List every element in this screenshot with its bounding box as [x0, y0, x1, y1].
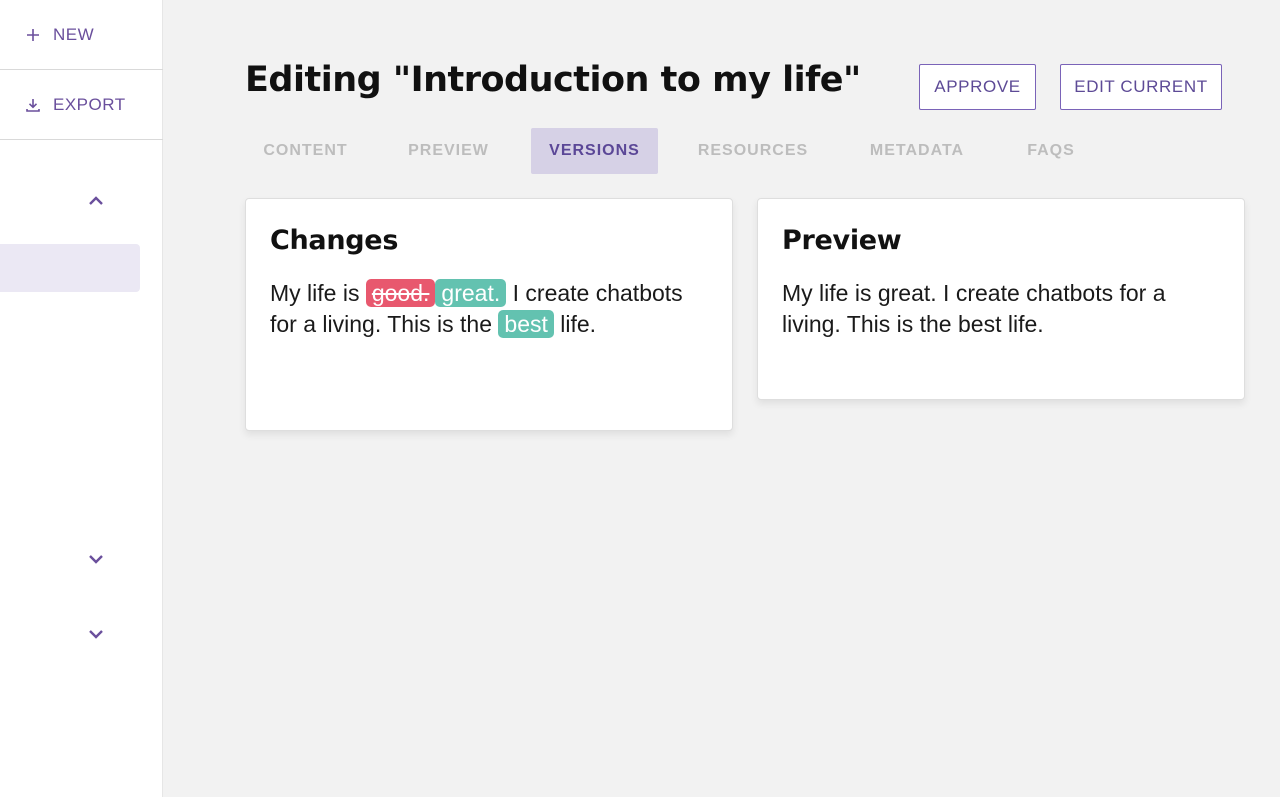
export-button-label: EXPORT	[53, 94, 126, 114]
changes-title: Changes	[270, 225, 399, 256]
tab-resources[interactable]: RESOURCES	[682, 128, 824, 174]
changes-text-segment: My life is	[270, 280, 366, 306]
sidebar-item-selected[interactable]	[0, 244, 140, 292]
chevron-up-icon[interactable]	[85, 190, 107, 212]
changes-text: My life is good. great. I create chatbots…	[270, 278, 708, 340]
chevron-down-icon[interactable]	[85, 548, 107, 570]
new-button[interactable]: NEW	[0, 0, 163, 69]
chevron-down-icon[interactable]	[85, 623, 107, 645]
sidebar-divider	[0, 139, 163, 140]
plus-icon	[24, 28, 42, 42]
tab-content[interactable]: CONTENT	[245, 128, 366, 174]
changes-text-segment: life.	[553, 311, 597, 337]
export-button[interactable]: EXPORT	[0, 70, 163, 139]
tab-preview[interactable]: PREVIEW	[391, 128, 506, 174]
inserted-text: best	[498, 310, 554, 338]
deleted-text: good.	[365, 279, 436, 307]
edit-current-button[interactable]: EDIT CURRENT	[1060, 64, 1222, 110]
tab-faqs[interactable]: FAQS	[1010, 128, 1092, 174]
page-title: Editing "Introduction to my life"	[245, 60, 861, 100]
preview-text: My life is great. I create chatbots for …	[782, 280, 1166, 337]
preview-title: Preview	[782, 225, 902, 256]
tab-metadata[interactable]: METADATA	[849, 128, 985, 174]
inserted-text: great.	[435, 279, 507, 307]
preview-card: Preview My life is great. I create chatb…	[757, 198, 1245, 400]
new-button-label: NEW	[53, 24, 95, 44]
changes-card: Changes My life is good. great. I create …	[245, 198, 733, 431]
approve-button[interactable]: APPROVE	[919, 64, 1036, 110]
tab-versions[interactable]: VERSIONS	[531, 128, 658, 174]
sidebar: NEW EXPORT	[0, 0, 163, 797]
download-icon	[24, 97, 42, 113]
